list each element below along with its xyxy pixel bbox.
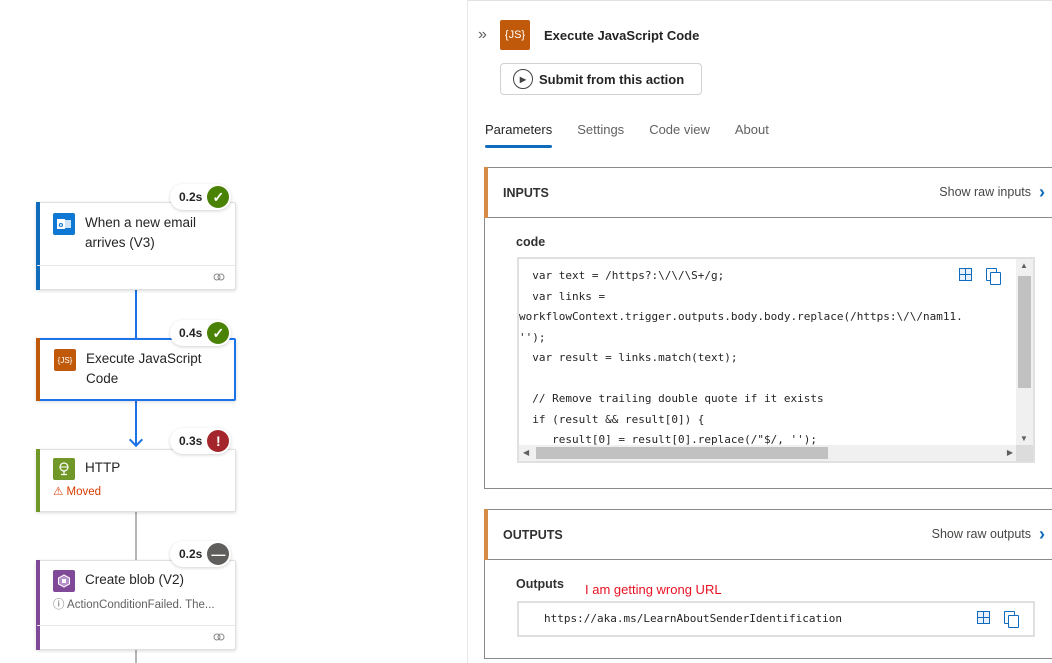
node-email-trigger[interactable]: o When a new email arrives (V3) <box>36 202 236 290</box>
success-check-icon: ✓ <box>207 322 230 344</box>
table-view-icon[interactable] <box>959 268 972 281</box>
submit-button-label: Submit from this action <box>539 71 685 87</box>
horizontal-scrollbar[interactable]: ◀ ▶ <box>519 445 1017 461</box>
tab-settings[interactable]: Settings <box>577 122 624 146</box>
javascript-icon: {JS} <box>54 349 76 371</box>
connector-4-next <box>135 650 137 663</box>
tab-about[interactable]: About <box>735 122 769 146</box>
skipped-minus-icon: — <box>207 543 230 565</box>
code-line: var text = /https?:\/\/\S+/g; <box>519 269 725 282</box>
outputs-section: OUTPUTS Show raw outputs › Outputs I am … <box>484 509 1052 659</box>
collapse-panel-icon[interactable]: » <box>478 26 498 44</box>
horizontal-scroll-thumb[interactable] <box>536 447 828 459</box>
workflow-canvas[interactable]: o When a new email arrives (V3) 0.2s ✓ {… <box>0 0 467 663</box>
inputs-title: INPUTS <box>503 185 549 200</box>
duration-label: 0.4s <box>179 326 203 340</box>
outlook-icon: o <box>53 213 75 235</box>
code-line: ''); <box>519 330 546 344</box>
section-accent <box>484 167 488 218</box>
javascript-icon: {JS} <box>500 20 530 50</box>
globe-icon <box>53 458 75 480</box>
tab-parameters[interactable]: Parameters <box>485 122 553 148</box>
node-title: When a new email arrives (V3) <box>85 215 197 250</box>
show-raw-inputs-label: Show raw inputs <box>939 185 1031 199</box>
inputs-section-header: INPUTS Show raw inputs › <box>484 167 1052 218</box>
svg-text:o: o <box>59 221 64 229</box>
link-icon <box>213 633 225 641</box>
error-exclamation-icon: ! <box>207 430 230 452</box>
outputs-title: OUTPUTS <box>503 527 563 542</box>
show-raw-outputs-label: Show raw outputs <box>931 527 1031 541</box>
run-status-badge: 0.2s — <box>170 541 232 567</box>
code-line: var links = <box>519 289 606 303</box>
node-footer <box>37 265 235 289</box>
outputs-section-header: OUTPUTS Show raw outputs › <box>484 509 1052 560</box>
scroll-right-arrow-icon[interactable]: ▶ <box>1007 448 1013 457</box>
connector-arrow-icon <box>128 432 144 448</box>
show-raw-outputs-link[interactable]: Show raw outputs › <box>931 524 1045 544</box>
code-line: workflowContext.trigger.outputs.body.bod… <box>519 310 963 323</box>
duration-label: 0.2s <box>179 547 203 561</box>
code-line: var result = links.match(text); <box>519 351 738 364</box>
submit-from-action-button[interactable]: ▶ Submit from this action <box>500 63 702 95</box>
show-raw-inputs-link[interactable]: Show raw inputs › <box>939 182 1045 202</box>
connector-1-2 <box>135 289 137 338</box>
outputs-value-box[interactable]: https://aka.ms/LearnAboutSenderIdentific… <box>517 601 1035 637</box>
scrollbar-corner <box>1016 445 1033 461</box>
scroll-left-arrow-icon[interactable]: ◀ <box>523 448 529 457</box>
blob-storage-icon <box>53 570 75 592</box>
code-field-box[interactable]: var text = /https?:\/\/\S+/g; var links … <box>517 257 1035 463</box>
user-annotation-text: I am getting wrong URL <box>585 582 722 597</box>
panel-title: Execute JavaScript Code <box>544 27 700 43</box>
chevron-right-icon: › <box>1039 182 1045 202</box>
node-title: Create blob (V2) <box>85 572 185 587</box>
code-line: result[0] = result[0].replace(/"$/, ''); <box>519 433 818 445</box>
node-title: HTTP <box>85 460 121 475</box>
code-content[interactable]: var text = /https?:\/\/\S+/g; var links … <box>519 259 1017 445</box>
section-accent <box>484 509 488 560</box>
run-status-badge: 0.3s ! <box>170 428 232 454</box>
duration-label: 0.2s <box>179 190 203 204</box>
action-details-panel: » {JS} Execute JavaScript Code ▶ Submit … <box>467 0 1052 663</box>
node-execute-javascript[interactable]: {JS} Execute JavaScript Code <box>36 338 236 401</box>
node-accent <box>36 338 40 401</box>
node-http[interactable]: HTTP ⚠ Moved <box>36 449 236 512</box>
code-line: if (result && result[0]) { <box>519 412 705 426</box>
link-icon <box>213 273 225 281</box>
duration-label: 0.3s <box>179 434 203 448</box>
chevron-right-icon: › <box>1039 524 1045 544</box>
node-create-blob[interactable]: Create blob (V2) ⓘ ActionConditionFailed… <box>36 560 236 650</box>
inputs-section: INPUTS Show raw inputs › code var text =… <box>484 167 1052 489</box>
success-check-icon: ✓ <box>207 186 230 208</box>
node-footer <box>37 625 235 649</box>
output-field-actions <box>977 611 1019 628</box>
code-field-label: code <box>516 235 546 249</box>
table-view-icon[interactable] <box>977 611 990 624</box>
panel-header: » {JS} Execute JavaScript Code <box>478 20 699 50</box>
outputs-value: https://aka.ms/LearnAboutSenderIdentific… <box>544 612 843 625</box>
copy-icon[interactable] <box>1004 611 1019 628</box>
run-status-badge: 0.2s ✓ <box>170 184 232 210</box>
resubmit-play-icon: ▶ <box>513 69 533 89</box>
scroll-up-arrow-icon[interactable]: ▲ <box>1020 261 1028 270</box>
panel-tabs: Parameters Settings Code view About <box>485 122 769 148</box>
scroll-down-arrow-icon[interactable]: ▼ <box>1020 434 1028 443</box>
copy-icon[interactable] <box>986 268 1001 285</box>
tab-code-view[interactable]: Code view <box>649 122 710 146</box>
node-warning-text: ⚠ Moved <box>53 486 102 498</box>
node-info-text: ⓘ ActionConditionFailed. The... <box>53 599 215 611</box>
run-status-badge: 0.4s ✓ <box>170 320 232 346</box>
vertical-scroll-thumb[interactable] <box>1018 276 1031 388</box>
node-accent <box>36 449 40 512</box>
code-field-actions <box>959 268 1001 285</box>
vertical-scrollbar[interactable]: ▲ ▼ <box>1016 259 1033 445</box>
node-title: Execute JavaScript Code <box>86 351 202 386</box>
connector-3-4 <box>135 512 137 560</box>
code-line: // Remove trailing double quote if it ex… <box>519 392 824 405</box>
outputs-field-label: Outputs <box>516 577 564 591</box>
